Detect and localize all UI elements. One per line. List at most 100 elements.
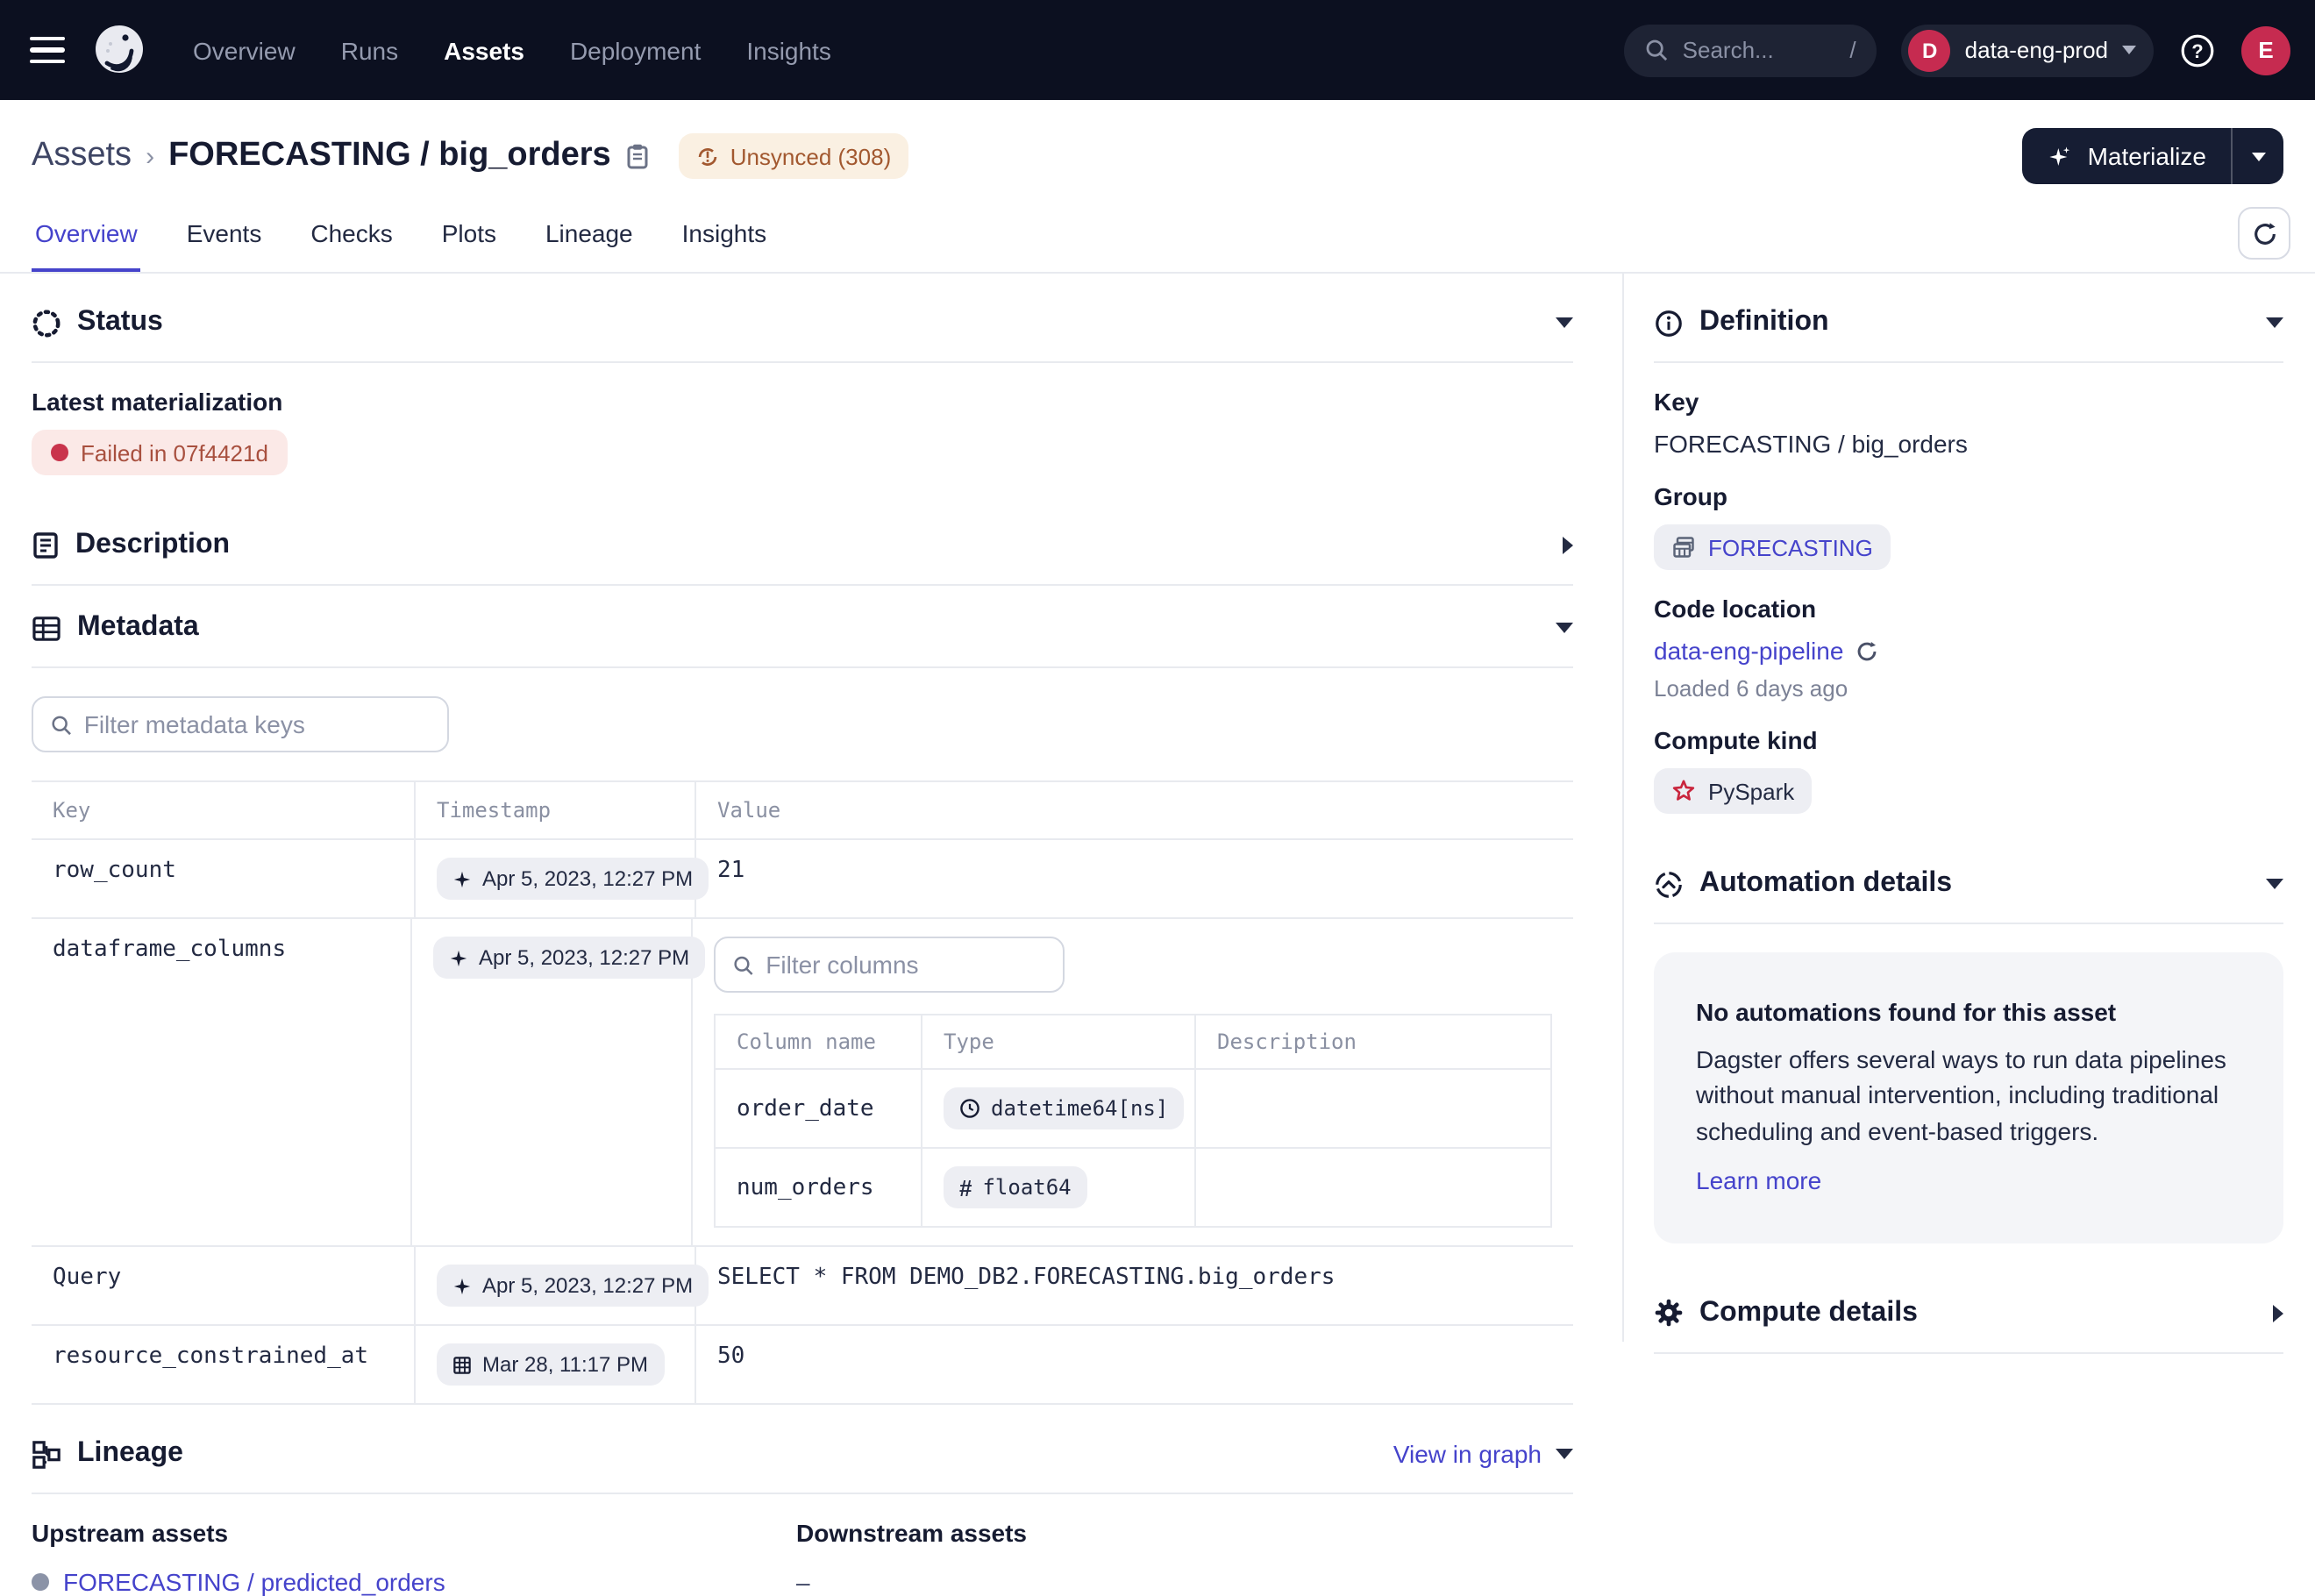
type-label: datetime64[ns] bbox=[991, 1096, 1168, 1121]
sparkle-icon bbox=[452, 869, 472, 888]
failed-run-link[interactable]: Failed in 07f4421d bbox=[32, 430, 288, 475]
calendar-icon bbox=[452, 1355, 472, 1374]
compute-details-title: Compute details bbox=[1699, 1298, 1918, 1329]
help-button[interactable]: ? bbox=[2178, 31, 2217, 69]
table-row: Query Apr 5, 2023, 12:27 PM SELECT * FRO… bbox=[32, 1247, 1573, 1326]
list-item: FORECASTING / predicted_orders bbox=[32, 1568, 796, 1596]
group-pill[interactable]: FORECASTING bbox=[1654, 524, 1891, 570]
metadata-key: Query bbox=[32, 1247, 416, 1324]
tab-insights[interactable]: Insights bbox=[679, 202, 771, 272]
timestamp-pill[interactable]: Apr 5, 2023, 12:27 PM bbox=[437, 858, 709, 900]
tab-checks[interactable]: Checks bbox=[307, 202, 395, 272]
unsynced-badge[interactable]: Unsynced (308) bbox=[680, 133, 909, 179]
code-location-label: Code location bbox=[1654, 595, 2283, 623]
metadata-filter bbox=[32, 696, 1573, 752]
asset-status-dot-icon bbox=[32, 1573, 49, 1591]
status-collapse-caret-icon[interactable] bbox=[1556, 317, 1573, 328]
sidebar: Definition Key FORECASTING / big_orders … bbox=[1624, 274, 2315, 1342]
column-description bbox=[1196, 1149, 1550, 1226]
compute-section-header[interactable]: Compute details bbox=[1654, 1275, 2283, 1352]
compute-expand-caret-icon[interactable] bbox=[2273, 1305, 2283, 1322]
hash-icon: # bbox=[959, 1174, 972, 1201]
timestamp-label: Apr 5, 2023, 12:27 PM bbox=[479, 945, 689, 970]
timestamp-pill[interactable]: Apr 5, 2023, 12:27 PM bbox=[437, 1265, 709, 1307]
copy-icon[interactable] bbox=[625, 142, 652, 170]
metadata-table: Key Timestamp Value row_count Apr 5, 202… bbox=[32, 780, 1573, 1405]
tab-plots[interactable]: Plots bbox=[438, 202, 500, 272]
search-icon bbox=[51, 713, 72, 736]
col-header-column-name: Column name bbox=[716, 1015, 922, 1068]
definition-collapse-caret-icon[interactable] bbox=[2266, 317, 2283, 328]
description-section-header[interactable]: Description bbox=[32, 507, 1573, 584]
column-description bbox=[1196, 1070, 1550, 1147]
materialize-button[interactable]: Materialize bbox=[2023, 128, 2231, 184]
timestamp-pill[interactable]: Apr 5, 2023, 12:27 PM bbox=[433, 937, 705, 979]
tab-lineage[interactable]: Lineage bbox=[542, 202, 637, 272]
metadata-collapse-caret-icon[interactable] bbox=[1556, 623, 1573, 633]
type-pill: # float64 bbox=[944, 1166, 1087, 1208]
metadata-filter-input[interactable] bbox=[84, 710, 430, 738]
dagster-logo-icon[interactable] bbox=[91, 22, 147, 78]
status-body: Latest materialization Failed in 07f4421… bbox=[32, 363, 1573, 507]
lineage-icon bbox=[32, 1439, 61, 1469]
refresh-button[interactable] bbox=[2238, 207, 2290, 260]
chevron-down-icon bbox=[2122, 46, 2136, 54]
automation-collapse-caret-icon[interactable] bbox=[2266, 879, 2283, 889]
reload-icon[interactable] bbox=[1856, 639, 1878, 662]
key-label: Key bbox=[1654, 388, 2283, 416]
search-icon bbox=[733, 953, 753, 976]
nav-item-deployment[interactable]: Deployment bbox=[570, 36, 701, 64]
view-in-graph-button[interactable]: View in graph bbox=[1393, 1440, 1573, 1468]
compute-kind-label: Compute kind bbox=[1654, 726, 2283, 754]
nav-item-assets[interactable]: Assets bbox=[444, 36, 524, 64]
lineage-section-header: Lineage View in graph bbox=[32, 1415, 1573, 1493]
avatar[interactable]: E bbox=[2241, 25, 2290, 75]
timestamp-pill[interactable]: Mar 28, 11:17 PM bbox=[437, 1343, 664, 1386]
refresh-icon bbox=[2251, 220, 2277, 246]
nav-links: Overview Runs Assets Deployment Insights bbox=[193, 36, 831, 64]
materialize-dropdown-button[interactable] bbox=[2231, 128, 2283, 184]
search-input[interactable]: Search... / bbox=[1625, 24, 1877, 76]
group-link[interactable]: FORECASTING bbox=[1708, 534, 1873, 560]
topnav-right: Search... / D data-eng-prod ? E bbox=[1625, 24, 2290, 76]
tab-overview[interactable]: Overview bbox=[32, 202, 141, 272]
metadata-value: SELECT * FROM DEMO_DB2.FORECASTING.big_o… bbox=[696, 1247, 1573, 1324]
timestamp-label: Apr 5, 2023, 12:27 PM bbox=[482, 1273, 693, 1298]
compute-kind-value: PySpark bbox=[1708, 778, 1794, 804]
status-section-header[interactable]: Status bbox=[32, 284, 1573, 361]
automation-section-header[interactable]: Automation details bbox=[1654, 845, 2283, 923]
nav-item-insights[interactable]: Insights bbox=[746, 36, 831, 64]
compute-kind-pill[interactable]: PySpark bbox=[1654, 768, 1812, 814]
tab-events[interactable]: Events bbox=[183, 202, 266, 272]
filter-columns-input[interactable] bbox=[766, 951, 1045, 979]
tabs-row: Overview Events Checks Plots Lineage Ins… bbox=[0, 202, 2315, 274]
deployment-badge: D bbox=[1909, 29, 1951, 71]
upstream-assets-label: Upstream assets bbox=[32, 1519, 796, 1547]
breadcrumb-assets[interactable]: Assets bbox=[32, 137, 132, 175]
breadcrumb-separator: › bbox=[146, 141, 154, 171]
latest-materialization-label: Latest materialization bbox=[32, 388, 1573, 416]
upstream-asset-link[interactable]: FORECASTING / predicted_orders bbox=[63, 1568, 445, 1596]
sensor-icon bbox=[1654, 869, 1684, 899]
automation-title: Automation details bbox=[1699, 868, 1952, 900]
code-location-link[interactable]: data-eng-pipeline bbox=[1654, 637, 1843, 665]
metadata-title: Metadata bbox=[77, 612, 199, 644]
learn-more-link[interactable]: Learn more bbox=[1696, 1166, 1821, 1194]
content: Status Latest materialization Failed in … bbox=[0, 274, 2315, 1342]
nav-item-overview[interactable]: Overview bbox=[193, 36, 296, 64]
no-automations-card: No automations found for this asset Dags… bbox=[1654, 952, 2283, 1243]
no-automations-title: No automations found for this asset bbox=[1696, 998, 2241, 1026]
definition-section-header[interactable]: Definition bbox=[1654, 284, 2283, 361]
nav-item-runs[interactable]: Runs bbox=[341, 36, 398, 64]
asset-detail-page: Overview Runs Assets Deployment Insights… bbox=[0, 0, 2315, 1307]
help-icon: ? bbox=[2178, 31, 2217, 69]
materialize-sparkle-icon bbox=[2048, 143, 2074, 169]
search-placeholder: Search... bbox=[1683, 37, 1774, 63]
metadata-key: resource_constrained_at bbox=[32, 1326, 416, 1403]
menu-icon[interactable] bbox=[18, 20, 77, 80]
metadata-value: 21 bbox=[696, 840, 1573, 917]
deployment-switcher[interactable]: D data-eng-prod bbox=[1902, 24, 2154, 76]
description-expand-caret-icon[interactable] bbox=[1563, 537, 1573, 554]
failed-run-label: Failed in 07f4421d bbox=[81, 439, 268, 466]
metadata-section-header[interactable]: Metadata bbox=[32, 589, 1573, 666]
